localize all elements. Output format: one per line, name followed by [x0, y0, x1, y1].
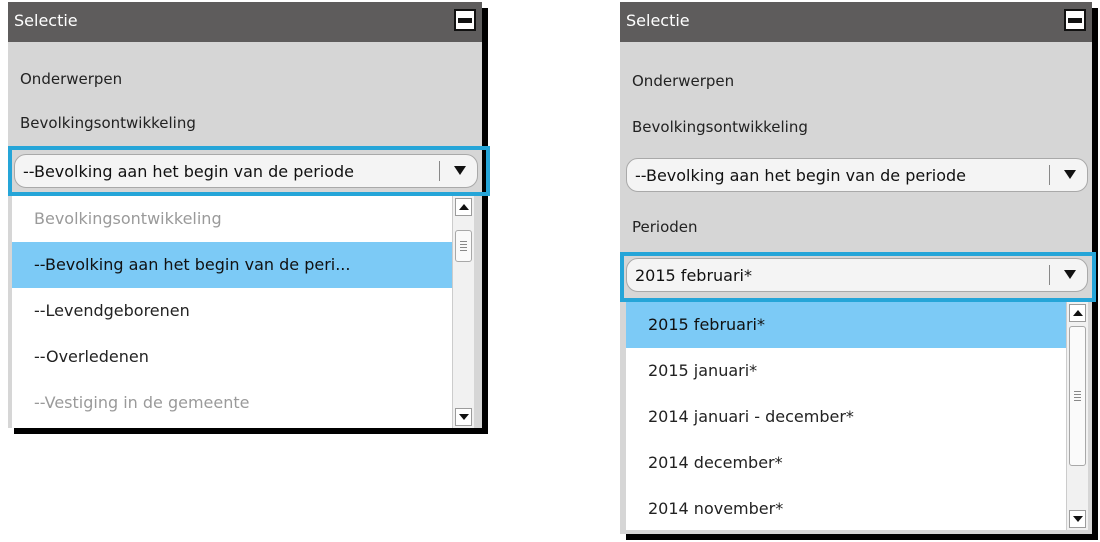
bevolking-label: Bevolkingsontwikkeling — [20, 114, 196, 132]
scroll-down-icon[interactable] — [455, 408, 472, 426]
topic-dropdown[interactable]: --Bevolking aan het begin van de periode — [626, 158, 1088, 192]
highlight-frame — [620, 252, 1096, 302]
list-item[interactable]: --Overledenen — [12, 334, 452, 380]
list-item[interactable]: 2014 januari - december* — [626, 394, 1066, 440]
dropdown-arrow-icon[interactable] — [1064, 170, 1076, 179]
minimize-icon[interactable] — [454, 9, 476, 31]
list-item[interactable]: --Bevolking aan het begin van de peri... — [12, 242, 452, 288]
scroll-down-icon[interactable] — [1069, 510, 1086, 528]
highlight-frame — [8, 146, 490, 196]
onderwerpen-label: Onderwerpen — [20, 70, 123, 88]
period-dropdown-list: 2015 februari* 2015 januari* 2014 januar… — [626, 302, 1088, 530]
panel-title: Selectie — [626, 11, 690, 30]
panel-title: Selectie — [14, 11, 78, 30]
scroll-up-icon[interactable] — [1069, 304, 1086, 322]
scroll-up-icon[interactable] — [455, 198, 472, 216]
list-item[interactable]: 2014 november* — [626, 486, 1066, 532]
grip-icon — [460, 241, 467, 251]
scrollbar[interactable] — [452, 196, 474, 428]
panel-titlebar: Selectie — [8, 2, 482, 42]
list-item[interactable]: --Levendgeborenen — [12, 288, 452, 334]
left-selection-panel: Selectie Onderwerpen Bevolkingsontwikkel… — [8, 2, 482, 428]
list-item[interactable]: Bevolkingsontwikkeling — [12, 196, 452, 242]
topic-dropdown-list: Bevolkingsontwikkeling --Bevolking aan h… — [12, 196, 474, 428]
bevolking-label: Bevolkingsontwikkeling — [632, 118, 808, 136]
scrollbar-thumb[interactable] — [455, 230, 472, 262]
scrollbar-thumb[interactable] — [1069, 326, 1086, 466]
list-item[interactable]: 2015 januari* — [626, 348, 1066, 394]
list-item[interactable]: --Vestiging in de gemeente — [12, 380, 452, 426]
minimize-icon[interactable] — [1064, 9, 1086, 31]
perioden-label: Perioden — [632, 218, 698, 236]
list-item[interactable]: 2015 februari* — [626, 302, 1066, 348]
scrollbar[interactable] — [1066, 302, 1088, 530]
grip-icon — [1074, 391, 1081, 401]
topic-dropdown-value: --Bevolking aan het begin van de periode — [635, 166, 966, 185]
dropdown-separator — [1049, 165, 1050, 185]
panel-titlebar: Selectie — [620, 2, 1092, 42]
list-item[interactable]: 2014 december* — [626, 440, 1066, 486]
onderwerpen-label: Onderwerpen — [632, 72, 735, 90]
